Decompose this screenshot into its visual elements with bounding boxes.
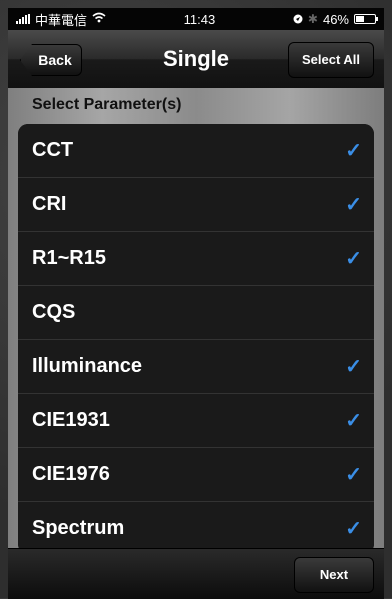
parameter-row[interactable]: Illuminance ✓ [18,340,374,394]
location-icon [293,12,303,27]
parameter-row[interactable]: CCT ✓ [18,124,374,178]
parameter-label: CCT [32,139,74,161]
parameter-label: CIE1931 [32,409,110,431]
checkmark-icon: ✓ [345,464,362,486]
phone-screen: 中華電信 11:43 ✱ 46% Back Single Select All … [0,0,392,599]
content-area: Select Parameter(s) CCT ✓ CRI ✓ R1~R15 ✓ CQS Il… [8,88,384,548]
parameter-row[interactable]: R1~R15 ✓ [18,232,374,286]
next-button[interactable]: Next [294,557,374,593]
checkmark-icon: ✓ [345,194,362,216]
checkmark-icon: ✓ [345,518,362,540]
parameter-row[interactable]: CQS [18,286,374,340]
parameter-label: R1~R15 [32,247,106,269]
battery-percent: 46% [322,11,349,27]
battery-fill [356,16,365,22]
parameter-label: CQS [32,301,76,323]
parameter-row[interactable]: CIE1976 ✓ [18,448,374,502]
parameter-label: CRI [32,193,67,215]
parameter-label: Spectrum [32,517,125,539]
checkmark-icon: ✓ [345,248,362,270]
section-header: Select Parameter(s) [32,96,182,113]
wifi-icon [92,12,106,26]
bottom-toolbar: Next [8,548,384,599]
checkmark-icon: ✓ [345,140,362,162]
checkmark-icon: ✓ [345,356,362,378]
parameter-label: Illuminance [32,355,143,377]
navigation-bar: Back Single Select All [8,30,384,89]
clock: 11:43 [183,11,216,27]
signal-icon [16,14,30,24]
parameter-label: CIE1976 [32,463,110,485]
parameter-row[interactable]: CRI ✓ [18,178,374,232]
select-all-button[interactable]: Select All [288,42,374,78]
carrier-name: 中華電信 [35,12,88,28]
parameter-row[interactable]: Spectrum ✓ [18,502,374,548]
status-bar: 中華電信 11:43 ✱ 46% [8,8,384,30]
checkmark-icon: ✓ [345,410,362,432]
parameter-row[interactable]: CIE1931 ✓ [18,394,374,448]
bluetooth-icon: ✱ [307,12,318,26]
battery-icon [354,14,378,24]
parameter-list: CCT ✓ CRI ✓ R1~R15 ✓ CQS Illuminance ✓ CIE1931 ✓ CI… [18,124,374,548]
